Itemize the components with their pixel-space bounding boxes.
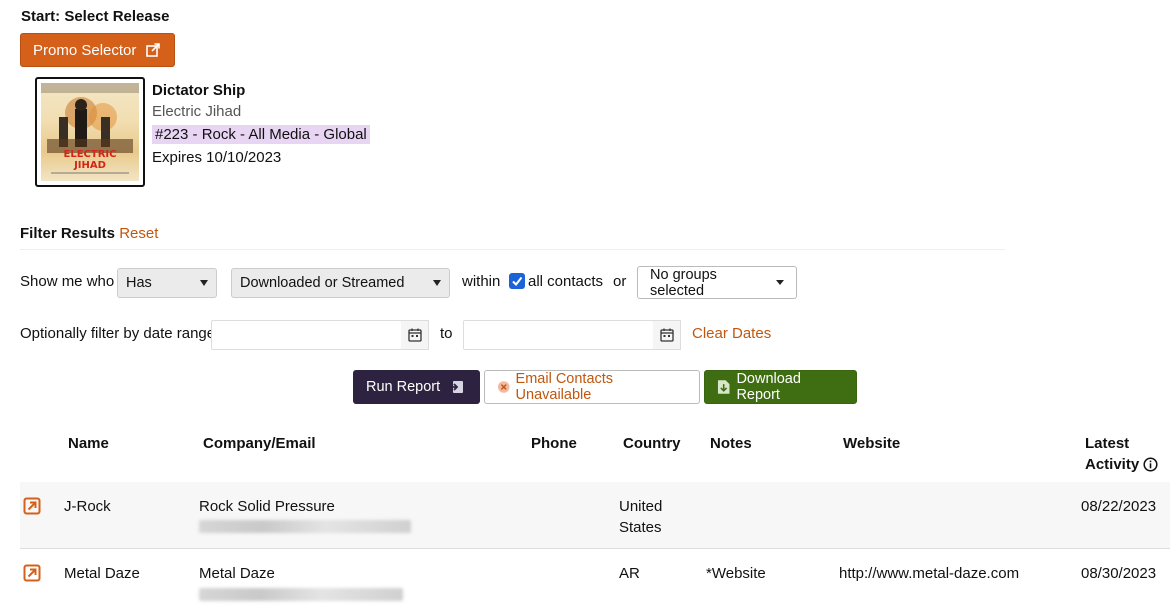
caret-down-icon — [776, 280, 784, 285]
column-header-activity[interactable]: Activity — [1085, 456, 1158, 473]
all-contacts-label: all contacts — [528, 273, 604, 290]
contact-latest-activity: 08/30/2023 — [1081, 565, 1157, 582]
calendar-icon — [407, 328, 422, 342]
caret-down-icon — [200, 280, 208, 286]
start-date-picker-button[interactable] — [401, 320, 429, 350]
open-contact-icon[interactable] — [23, 564, 41, 582]
svg-text:ELECTRIC: ELECTRIC — [64, 149, 117, 160]
run-report-button[interactable]: Run Report — [353, 370, 480, 404]
open-contact-icon[interactable] — [23, 497, 41, 515]
email-contacts-label: Email Contacts Unavailable — [515, 371, 614, 403]
filter-results-title: Filter Results — [20, 225, 116, 242]
run-icon — [449, 381, 464, 393]
or-label: or — [613, 273, 627, 290]
contact-country: AR — [619, 565, 640, 582]
section-title-start: Start: Select Release — [21, 8, 170, 25]
show-me-who-label: Show me who — [20, 273, 115, 290]
end-date-input[interactable] — [463, 320, 654, 350]
within-label: within — [462, 273, 501, 290]
column-header-website[interactable]: Website — [843, 435, 900, 452]
contact-latest-activity: 08/22/2023 — [1081, 498, 1157, 515]
checkmark-icon — [512, 276, 523, 287]
album-cover: ELECTRIC JIHAD — [35, 77, 145, 187]
promo-selector-label: Promo Selector — [33, 41, 137, 59]
redacted-email — [199, 588, 403, 601]
column-header-notes[interactable]: Notes — [710, 435, 752, 452]
contact-company: Metal Daze — [199, 565, 275, 582]
release-artist: Electric Jihad — [152, 103, 242, 120]
column-header-name[interactable]: Name — [68, 435, 109, 452]
reset-link[interactable]: Reset — [119, 225, 158, 242]
caret-down-icon — [433, 280, 441, 286]
groups-dropdown-value: No groups selected — [650, 266, 717, 299]
action-select[interactable]: Downloaded or Streamed — [231, 268, 450, 298]
contact-notes: *Website — [706, 565, 766, 582]
release-title: Dictator Ship — [152, 82, 246, 99]
calendar-icon — [659, 328, 674, 342]
column-header-activity-label: Activity — [1085, 456, 1140, 473]
info-icon[interactable] — [1143, 457, 1158, 472]
has-select-value: Has — [126, 275, 152, 291]
download-report-button[interactable]: Download Report — [704, 370, 857, 404]
download-report-label: Download Report — [736, 371, 801, 403]
date-range-label: Optionally filter by date range — [20, 325, 216, 342]
clear-dates-link[interactable]: Clear Dates — [692, 325, 771, 342]
table-row — [20, 482, 1170, 549]
start-date-input[interactable] — [211, 320, 402, 350]
contact-name: J-Rock — [64, 498, 111, 515]
download-icon — [717, 380, 730, 394]
column-header-phone[interactable]: Phone — [531, 435, 577, 452]
column-header-country[interactable]: Country — [623, 435, 681, 452]
filter-results-heading: Filter Results Reset — [20, 225, 158, 242]
album-cover-art: ELECTRIC JIHAD — [41, 83, 139, 181]
column-header-company[interactable]: Company/Email — [203, 435, 316, 452]
contact-country-line1: United — [619, 498, 663, 515]
end-date-picker-button[interactable] — [653, 320, 681, 350]
release-tag: #223 - Rock - All Media - Global — [152, 125, 370, 144]
run-report-label: Run Report — [366, 379, 441, 395]
svg-text:JIHAD: JIHAD — [73, 160, 106, 171]
contact-website-link[interactable]: http://www.metal-daze.com — [839, 565, 1019, 582]
release-expires: Expires 10/10/2023 — [152, 149, 282, 166]
contact-country-line2: States — [619, 519, 662, 536]
contact-company: Rock Solid Pressure — [199, 498, 335, 515]
divider — [20, 249, 1005, 250]
column-header-latest[interactable]: Latest — [1085, 435, 1129, 452]
contact-name: Metal Daze — [64, 565, 140, 582]
has-select[interactable]: Has — [117, 268, 217, 298]
action-select-value: Downloaded or Streamed — [240, 275, 405, 291]
all-contacts-checkbox[interactable] — [509, 273, 525, 289]
to-label: to — [440, 325, 453, 342]
external-link-icon — [146, 43, 161, 57]
promo-selector-button[interactable]: Promo Selector — [20, 33, 175, 67]
error-circle-icon — [497, 381, 510, 393]
redacted-email — [199, 520, 411, 533]
groups-dropdown[interactable]: No groups selected — [637, 266, 797, 299]
email-contacts-button[interactable]: Email Contacts Unavailable — [484, 370, 700, 404]
